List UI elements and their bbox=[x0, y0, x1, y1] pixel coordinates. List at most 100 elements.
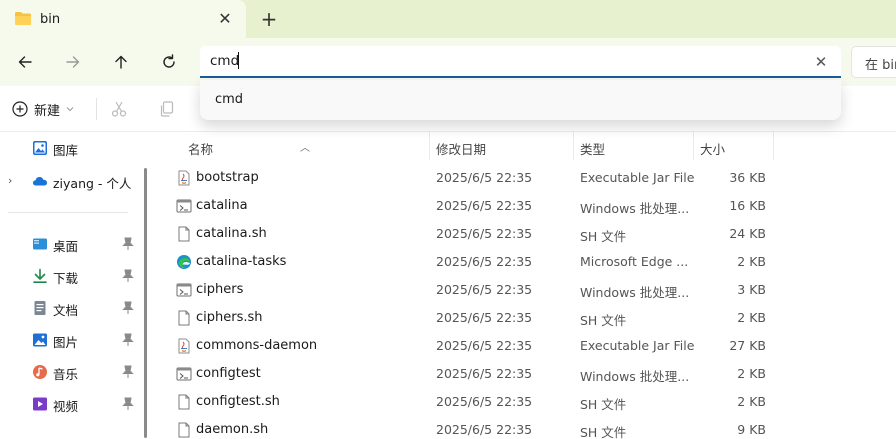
column-header-size[interactable]: 大小 bbox=[694, 132, 774, 160]
file-row[interactable]: daemon.sh 2025/6/5 22:35 SH 文件 9 KB bbox=[156, 416, 896, 439]
sidebar-item-label: 下载 bbox=[53, 271, 79, 286]
address-bar-input[interactable]: cmd ✕ bbox=[200, 46, 841, 78]
file-name: configtest bbox=[196, 366, 261, 381]
file-type: SH 文件 bbox=[580, 397, 627, 412]
clear-icon[interactable]: ✕ bbox=[811, 52, 831, 72]
sidebar-item-documents[interactable]: 文档 bbox=[0, 294, 145, 322]
sidebar-item-music[interactable]: 音乐 bbox=[0, 358, 145, 386]
file-type: Executable Jar File bbox=[580, 170, 695, 185]
file-date: 2025/6/5 22:35 bbox=[436, 282, 533, 297]
file-name: bootstrap bbox=[196, 170, 259, 185]
new-button[interactable]: 新建 bbox=[12, 98, 74, 120]
file-size: 16 KB bbox=[729, 198, 766, 213]
suggestion-item[interactable]: cmd bbox=[215, 92, 243, 107]
file-date: 2025/6/5 22:35 bbox=[436, 254, 533, 269]
tab-title: bin bbox=[40, 12, 61, 27]
file-type: SH 文件 bbox=[580, 313, 627, 328]
file-row[interactable]: bootstrap 2025/6/5 22:35 Executable Jar Fi… bbox=[156, 164, 896, 192]
file-row[interactable]: catalina.sh 2025/6/5 22:35 SH 文件 24 KB bbox=[156, 220, 896, 248]
new-tab-button[interactable]: + bbox=[258, 8, 280, 30]
column-header-type[interactable]: 类型 bbox=[574, 132, 692, 160]
close-tab-icon[interactable]: ✕ bbox=[215, 9, 235, 29]
pin-icon[interactable] bbox=[122, 237, 134, 251]
column-divider[interactable] bbox=[773, 132, 774, 160]
file-date: 2025/6/5 22:35 bbox=[436, 366, 533, 381]
search-placeholder: 在 bin bbox=[865, 58, 896, 73]
sidebar-item-gallery[interactable]: 图库 bbox=[0, 134, 145, 162]
sidebar-divider bbox=[8, 212, 128, 213]
title-bar: bin ✕ + bbox=[0, 0, 896, 38]
file-type: SH 文件 bbox=[580, 229, 627, 244]
file-size: 27 KB bbox=[729, 338, 766, 353]
file-row[interactable]: catalina 2025/6/5 22:35 Windows 批处理... 16 K… bbox=[156, 192, 896, 220]
column-header-label: 名称 bbox=[188, 142, 214, 157]
sort-ascending-icon: ︿ bbox=[300, 143, 310, 154]
sidebar-item-label: ziyang - 个人 bbox=[53, 176, 132, 191]
file-type: Windows 批处理... bbox=[580, 201, 690, 216]
file-row[interactable]: configtest 2025/6/5 22:35 Windows 批处理... 2 … bbox=[156, 360, 896, 388]
copy-icon[interactable] bbox=[158, 100, 178, 120]
download-icon bbox=[32, 268, 48, 284]
navigation-pane: 图库 › ziyang - 个人 桌面 下载 文档 图片 音乐 视频 bbox=[0, 132, 156, 439]
file-name: ciphers.sh bbox=[196, 310, 263, 325]
search-input[interactable]: 在 bin bbox=[851, 46, 896, 78]
pin-icon[interactable] bbox=[122, 365, 134, 379]
file-date: 2025/6/5 22:35 bbox=[436, 338, 533, 353]
sidebar-item-pictures[interactable]: 图片 bbox=[0, 326, 145, 354]
pin-icon[interactable] bbox=[122, 333, 134, 347]
file-date: 2025/6/5 22:35 bbox=[436, 170, 533, 185]
music-icon bbox=[32, 364, 48, 380]
file-name: catalina-tasks bbox=[196, 254, 287, 269]
chevron-right-icon[interactable]: › bbox=[8, 174, 12, 187]
edge-icon bbox=[176, 254, 192, 270]
column-header-label: 类型 bbox=[580, 142, 606, 157]
sidebar-item-desktop[interactable]: 桌面 bbox=[0, 230, 145, 258]
sidebar-item-videos[interactable]: 视频 bbox=[0, 390, 145, 418]
jar-icon bbox=[176, 170, 192, 186]
file-size: 2 KB bbox=[737, 254, 766, 269]
blank-file-icon bbox=[176, 422, 192, 438]
batch-file-icon bbox=[176, 198, 192, 214]
sidebar-scrollbar[interactable] bbox=[144, 168, 147, 438]
sidebar-item-label: 桌面 bbox=[53, 239, 79, 254]
text-caret bbox=[238, 52, 239, 69]
file-row[interactable]: commons-daemon 2025/6/5 22:35 Executable J… bbox=[156, 332, 896, 360]
file-size: 3 KB bbox=[737, 282, 766, 297]
file-date: 2025/6/5 22:35 bbox=[436, 198, 533, 213]
plus-circle-icon bbox=[12, 101, 28, 117]
forward-arrow-icon[interactable] bbox=[59, 48, 87, 76]
file-row[interactable]: configtest.sh 2025/6/5 22:35 SH 文件 2 KB bbox=[156, 388, 896, 416]
sidebar-item-label: 音乐 bbox=[53, 367, 79, 382]
cut-icon[interactable] bbox=[110, 100, 130, 120]
file-type: Microsoft Edge ... bbox=[580, 254, 689, 269]
sidebar-item-label: 文档 bbox=[53, 303, 79, 318]
back-arrow-icon[interactable] bbox=[11, 48, 39, 76]
pin-icon[interactable] bbox=[122, 269, 134, 283]
refresh-icon[interactable] bbox=[155, 48, 183, 76]
file-row[interactable]: catalina-tasks 2025/6/5 22:35 Microsoft Ed… bbox=[156, 248, 896, 276]
file-name: daemon.sh bbox=[196, 422, 269, 437]
column-header-label: 修改日期 bbox=[436, 142, 487, 157]
file-row[interactable]: ciphers.sh 2025/6/5 22:35 SH 文件 2 KB bbox=[156, 304, 896, 332]
sidebar-item-label: 视频 bbox=[53, 399, 79, 414]
sidebar-item-onedrive[interactable]: › ziyang - 个人 bbox=[0, 167, 145, 195]
file-size: 2 KB bbox=[737, 366, 766, 381]
file-row[interactable]: ciphers 2025/6/5 22:35 Windows 批处理... 3 KB bbox=[156, 276, 896, 304]
sidebar-item-label: 图库 bbox=[53, 143, 79, 158]
file-name: catalina bbox=[196, 198, 248, 213]
sidebar-item-downloads[interactable]: 下载 bbox=[0, 262, 145, 290]
address-value: cmd bbox=[210, 53, 240, 69]
toolbar-divider bbox=[96, 98, 97, 120]
up-arrow-icon[interactable] bbox=[107, 48, 135, 76]
video-icon bbox=[32, 396, 48, 412]
column-header-name[interactable]: ︿ 名称 bbox=[156, 132, 428, 160]
file-type: SH 文件 bbox=[580, 425, 627, 439]
desktop-icon bbox=[32, 236, 48, 252]
file-type: Windows 批处理... bbox=[580, 369, 690, 384]
jar-icon bbox=[176, 338, 192, 354]
pin-icon[interactable] bbox=[122, 397, 134, 411]
tab-bin[interactable]: bin ✕ bbox=[0, 0, 246, 38]
file-date: 2025/6/5 22:35 bbox=[436, 394, 533, 409]
pin-icon[interactable] bbox=[122, 301, 134, 315]
column-header-date[interactable]: 修改日期 bbox=[430, 132, 572, 160]
